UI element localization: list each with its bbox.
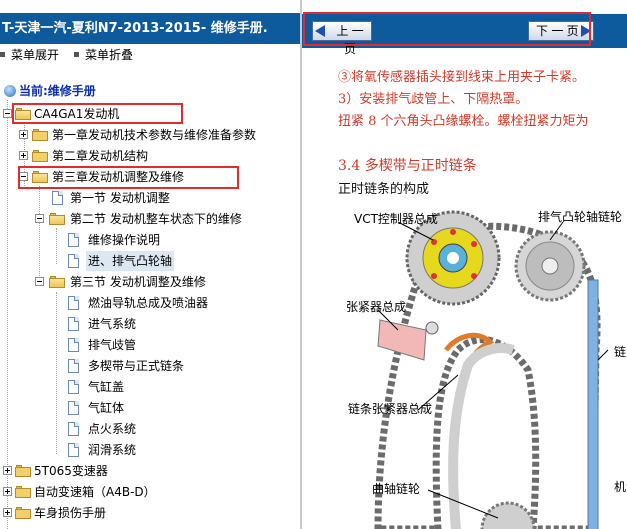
document-icon [68, 422, 79, 436]
tree-node-label: 燃油导轨总成及喷油器 [88, 296, 209, 310]
bullet-icon [74, 52, 79, 57]
folder-open-icon [49, 276, 65, 288]
tree-node-label: 气缸体 [88, 401, 125, 415]
collapse-toggle-icon[interactable] [35, 214, 44, 223]
subsection-heading: 正时链条的构成 [338, 182, 430, 197]
callout-tensioner: 张紧器总成 [346, 300, 407, 314]
tree-node-label: 第二章发动机结构 [52, 149, 149, 163]
expand-toggle-icon[interactable] [3, 487, 12, 496]
tree-node-camshaft[interactable]: 进、排气凸轮轴 [0, 251, 300, 271]
folder-icon [15, 465, 31, 477]
callout-vct: VCT控制器总成 [354, 212, 438, 226]
callout-chain-tensioner: 链条张紧器总成 [348, 402, 433, 416]
tensioner [377, 319, 427, 361]
collapse-toggle-icon[interactable] [35, 277, 44, 286]
expand-toggle-icon[interactable] [3, 466, 12, 475]
tree-node-fuel-rail[interactable]: 燃油导轨总成及喷油器 [0, 293, 300, 313]
tree-node-section1[interactable]: 第一节 发动机调整 [0, 188, 300, 208]
crank-sprocket [480, 501, 536, 529]
chain-guide [587, 279, 599, 529]
tree-node-label: 进气系统 [88, 317, 137, 331]
document-icon [68, 443, 79, 457]
tree-node-label: 第一章发动机技术参数与维修准备参数 [52, 128, 257, 142]
content-pane: 上 一 页 下 一 页 ③将氧传感器插头接到线束上用夹子卡紧。 3）安装排气歧管… [302, 0, 627, 529]
content-line: 3）安装排气歧管上、下隔热罩。 [338, 92, 529, 107]
tree-node-label: 车身损伤手册 [34, 506, 107, 520]
document-icon [68, 380, 79, 394]
tree-node-section2[interactable]: 第二节 发动机整车状态下的维修 [0, 209, 300, 229]
tree-node-label: 第一节 发动机调整 [70, 191, 170, 205]
document-icon [68, 401, 79, 415]
tree-node-exhaust-manifold[interactable]: 排气歧管 [0, 335, 300, 355]
tree-node-belt-chain[interactable]: 多楔带与正式链条 [0, 356, 300, 376]
bullet-icon [0, 52, 5, 57]
content-line: 扭紧 8 个六角头凸缘螺栓。螺栓扭紧力矩为 [338, 114, 589, 129]
menu-bar: 菜单展开 菜单折叠 [0, 44, 300, 66]
callout-chain: 链 [614, 345, 627, 359]
folder-icon [15, 486, 31, 498]
folder-icon [32, 129, 48, 141]
document-icon [52, 191, 63, 205]
tree-node-label: 多楔带与正式链条 [88, 359, 185, 373]
document-icon [68, 233, 79, 247]
document-icon [68, 338, 79, 352]
tree-node-label: 气缸盖 [88, 380, 125, 394]
tree-node-operation-notes[interactable]: 维修操作说明 [0, 230, 300, 250]
manual-icon [4, 84, 16, 97]
menu-expand-link[interactable]: 菜单展开 [0, 44, 59, 66]
tree-node-chapter1[interactable]: 第一章发动机技术参数与维修准备参数 [0, 125, 300, 145]
menu-expand-label: 菜单展开 [11, 48, 60, 62]
tree-node-section3[interactable]: 第三节 发动机调整及维修 [0, 272, 300, 292]
tree-node-intake[interactable]: 进气系统 [0, 314, 300, 334]
highlight-box [303, 12, 591, 46]
section-heading: 3.4 多楔带与正时链条 [338, 158, 477, 174]
collapse-toggle-icon[interactable] [3, 109, 12, 118]
highlight-box [12, 103, 183, 124]
tree-node-lubrication[interactable]: 润滑系统 [0, 440, 300, 460]
callout-crank: 曲轴链轮 [372, 482, 421, 496]
tree-node-label: 第三节 发动机调整及维修 [70, 275, 206, 289]
tree-node-label: 5T065变速器 [34, 464, 108, 478]
navigation-pane: T-天津一汽-夏利N7-2013-2015- 维修手册. 菜单展开 菜单折叠 当… [0, 0, 300, 529]
tree-node-ignition[interactable]: 点火系统 [0, 419, 300, 439]
folder-icon [32, 150, 48, 162]
expand-toggle-icon[interactable] [19, 151, 28, 160]
content-line: ③将氧传感器插头接到线束上用夹子卡紧。 [338, 70, 586, 85]
tree-root-current[interactable]: 当前:维修手册 [4, 82, 96, 100]
tree-node-label: 第二节 发动机整车状态下的维修 [70, 212, 242, 226]
tree-node-label: 润滑系统 [88, 443, 137, 457]
folder-open-icon [49, 213, 65, 225]
highlight-box [18, 166, 239, 189]
tree-node-auto-transmission[interactable]: 自动变速箱（A4B-D） [0, 482, 300, 502]
tree-node-transmission[interactable]: 5T065变速器 [0, 461, 300, 481]
callout-oil: 机油 [614, 480, 627, 494]
tree-node-cylinder-head[interactable]: 气缸盖 [0, 377, 300, 397]
window-title: T-天津一汽-夏利N7-2013-2015- 维修手册. [0, 13, 300, 44]
tree-node-label: 自动变速箱（A4B-D） [34, 485, 156, 499]
document-icon [68, 296, 79, 310]
document-icon [68, 254, 79, 268]
document-icon [68, 317, 79, 331]
expand-toggle-icon[interactable] [19, 130, 28, 139]
timing-chain-figure: VCT控制器总成 排气凸轮轴链轮 张紧器总成 链条张紧器总成 曲轴链轮 链 机油 [338, 200, 627, 529]
menu-collapse-label: 菜单折叠 [85, 48, 134, 62]
tree-node-body-damage[interactable]: 车身损伤手册 [0, 503, 300, 523]
menu-collapse-link[interactable]: 菜单折叠 [74, 44, 133, 66]
tree-node-label-selected: 进、排气凸轮轴 [86, 251, 175, 271]
folder-icon [15, 507, 31, 519]
tree-node-label: 排气歧管 [88, 338, 137, 352]
expand-toggle-icon[interactable] [3, 508, 12, 517]
tree-root-label: 当前:维修手册 [19, 84, 96, 98]
callout-exhaust-cam: 排气凸轮轴链轮 [538, 210, 623, 224]
tree-node-chapter2[interactable]: 第二章发动机结构 [0, 146, 300, 166]
tree-node-cylinder-block[interactable]: 气缸体 [0, 398, 300, 418]
document-icon [68, 359, 79, 373]
tree-node-label: 点火系统 [88, 422, 137, 436]
tree-node-label: 维修操作说明 [88, 233, 161, 247]
